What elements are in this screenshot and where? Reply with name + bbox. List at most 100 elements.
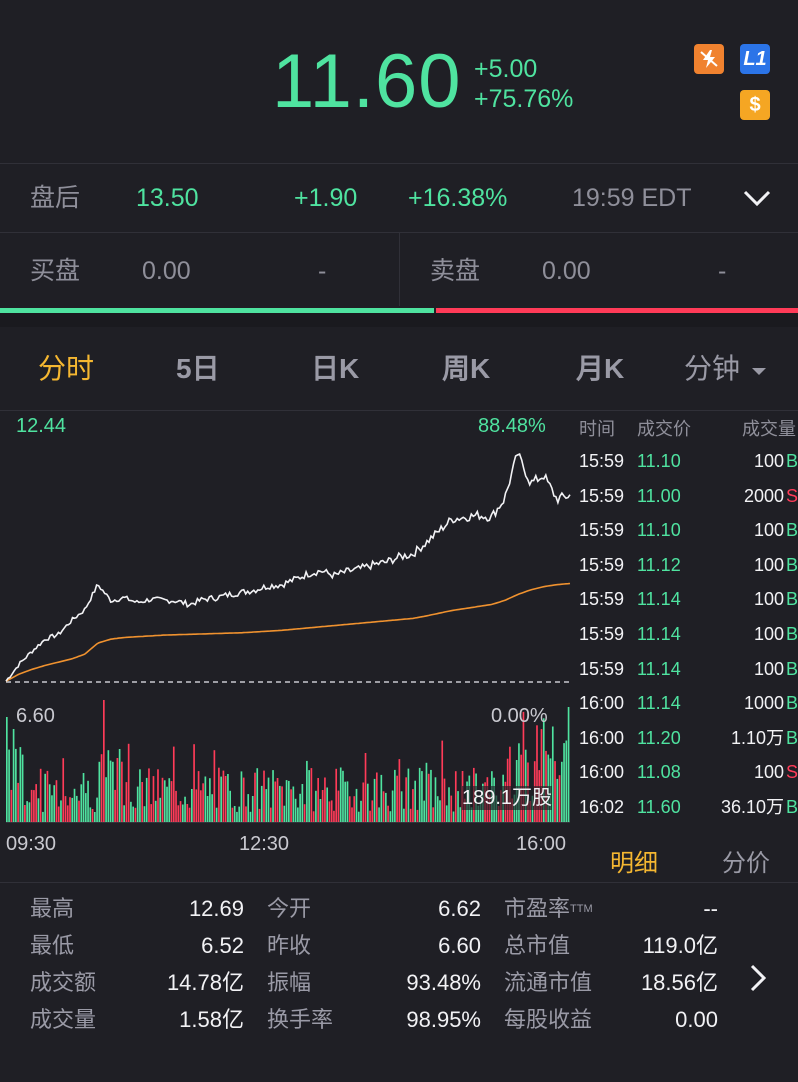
trades-header-price: 成交价 — [637, 419, 691, 439]
volume-bar — [274, 781, 277, 822]
volume-bar — [454, 771, 457, 822]
trade-time: 15:59 — [579, 520, 625, 540]
volume-bar — [12, 729, 15, 822]
trade-row: 15:59 11.14 100 B — [576, 658, 798, 682]
volume-bar — [6, 717, 8, 822]
volume-bar — [166, 786, 168, 822]
volume-bar — [87, 780, 89, 822]
x-tick: 12:30 — [239, 833, 290, 855]
tab-intraday[interactable]: 分时 — [38, 352, 94, 386]
volume-bar — [240, 771, 243, 822]
volume-bar — [186, 804, 189, 822]
volume-bar — [89, 807, 92, 822]
volume-bar — [55, 780, 58, 822]
trade-volume: 100 — [753, 520, 784, 540]
trade-row: 16:00 11.20 1.10万 B — [576, 727, 798, 751]
volume-bar — [73, 788, 76, 822]
trade-price: 11.10 — [637, 520, 681, 540]
chart-high-pct-label: 88.48% — [478, 415, 546, 437]
volume-bar — [265, 789, 268, 822]
stat-value: 12.69 — [188, 896, 244, 921]
chevron-right-icon[interactable] — [748, 962, 768, 999]
volume-bar — [46, 770, 49, 822]
volume-bar — [78, 800, 80, 822]
volume-bar — [245, 806, 247, 822]
trade-time: 16:00 — [579, 762, 625, 782]
volume-bar — [51, 795, 53, 822]
trade-row: 16:02 11.60 36.10万 B — [576, 796, 798, 820]
volume-bar — [416, 809, 419, 822]
volume-bar — [190, 789, 193, 822]
volume-bar — [188, 807, 191, 822]
volume-bar — [400, 791, 403, 822]
volume-bar — [558, 775, 561, 822]
volume-bar — [326, 787, 329, 822]
tab-monthly-k[interactable]: 月K — [576, 352, 624, 386]
trade-price: 11.14 — [637, 589, 681, 609]
caret-down-icon — [751, 367, 766, 375]
volume-bar — [66, 805, 69, 822]
stat-label: 流通市值 — [504, 970, 593, 995]
volume-bar — [107, 750, 110, 822]
tab-trade-detail[interactable]: 明细 — [610, 843, 658, 878]
volume-bar — [369, 810, 371, 822]
volume-bar — [60, 800, 62, 822]
volume-bar — [53, 785, 56, 822]
ask-size: - — [718, 257, 727, 285]
stat-label: 今开 — [267, 896, 312, 921]
volume-bar — [427, 773, 430, 822]
volume-bar — [109, 760, 112, 822]
tab-daily-k[interactable]: 日K — [311, 352, 359, 386]
tab-minute[interactable]: 分钟 — [684, 352, 768, 386]
dollar-icon[interactable]: $ — [740, 90, 770, 120]
stat-value: 18.56亿 — [640, 970, 718, 995]
volume-bar — [267, 777, 270, 822]
trade-row: 16:00 11.14 1000 B — [576, 692, 798, 716]
volume-bar — [80, 784, 83, 822]
volume-bar — [414, 780, 416, 822]
volume-bar — [303, 804, 306, 822]
volume-bar — [459, 807, 462, 822]
ask-label: 卖盘 — [430, 257, 481, 285]
trade-volume: 36.10万 — [720, 797, 784, 817]
volume-bar — [222, 770, 225, 822]
chevron-down-icon[interactable] — [742, 186, 772, 215]
intraday-chart[interactable] — [0, 410, 576, 850]
trade-price: 11.12 — [637, 555, 681, 575]
volume-bar — [254, 772, 256, 822]
volume-bar — [121, 761, 123, 822]
volume-bar — [238, 806, 241, 822]
volume-bar — [8, 749, 10, 822]
x-tick: 09:30 — [6, 833, 57, 855]
volume-bar — [19, 747, 22, 822]
tab-price-distribution[interactable]: 分价 — [722, 843, 770, 878]
section-gap — [0, 313, 798, 327]
volume-bar — [37, 798, 40, 822]
stat-label: 成交额 — [30, 970, 97, 995]
trade-time: 16:00 — [579, 728, 625, 748]
trade-row: 16:00 11.08 100 S — [576, 761, 798, 785]
volume-bar — [324, 777, 326, 822]
trade-side: B — [786, 797, 798, 817]
tab-weekly-k[interactable]: 周K — [442, 352, 490, 386]
volume-bar — [299, 793, 301, 822]
volume-bar — [321, 790, 324, 822]
volume-bar — [134, 807, 137, 822]
trade-volume: 1.10万 — [730, 728, 784, 748]
volume-bar — [213, 750, 216, 822]
lightning-down-icon[interactable] — [694, 44, 724, 74]
volume-bar — [258, 808, 261, 822]
last-price: 11.60 — [272, 39, 462, 124]
volume-bar — [125, 782, 128, 822]
level1-icon[interactable]: L1 — [740, 44, 770, 74]
tab-minute-label: 分钟 — [684, 353, 741, 384]
volume-bar — [276, 778, 279, 822]
trade-time: 15:59 — [579, 451, 625, 471]
price-line — [5, 453, 571, 682]
tab-5day[interactable]: 5日 — [176, 352, 220, 386]
volume-bar — [227, 774, 229, 822]
trade-ticks-panel[interactable]: 时间 成交价 成交量 15:59 11.10 100 B 15:59 11.00 2000 S… — [576, 410, 798, 840]
volume-bar — [294, 798, 297, 822]
stat-value: 6.52 — [201, 933, 244, 958]
volume-bar — [441, 740, 444, 822]
